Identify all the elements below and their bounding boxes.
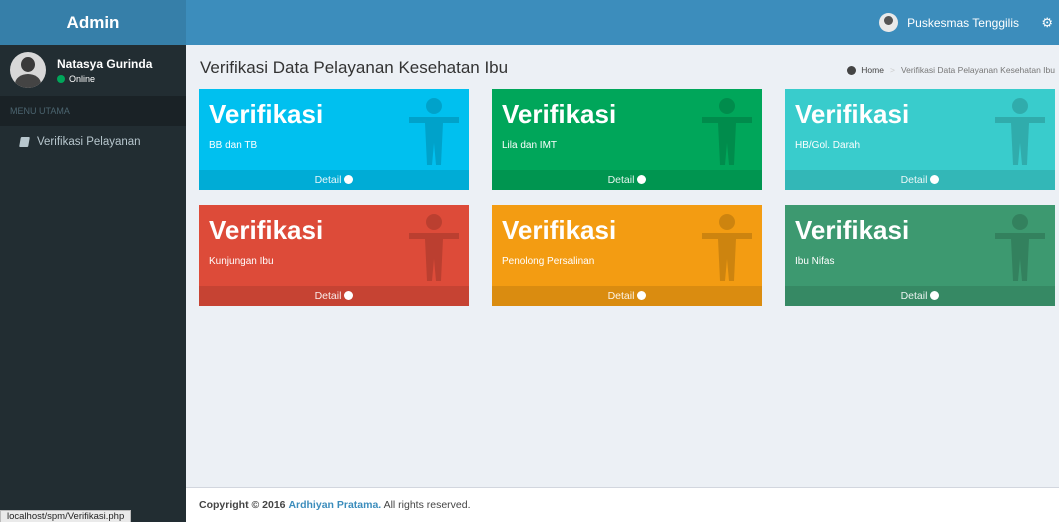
detail-link[interactable]: Detail [492,170,762,190]
breadcrumb-current: Verifikasi Data Pelayanan Kesehatan Ibu [900,65,1055,75]
sidebar-user-panel: Natasya Gurinda Online [0,45,186,95]
arrow-circle-right-icon [637,291,647,300]
person-icon [995,214,1045,281]
arrow-circle-right-icon [344,175,354,184]
box-heading: Verifikasi [209,99,324,129]
box-heading: Verifikasi [795,99,910,129]
sidebar-user-name: Natasya Gurinda [57,56,153,71]
person-icon [995,98,1045,165]
info-box-kunjungan-ibu: Verifikasi Kunjungan Ibu Detail [199,205,469,306]
arrow-circle-right-icon [344,291,354,300]
detail-link[interactable]: Detail [199,286,469,306]
detail-link[interactable]: Detail [785,286,1055,306]
copyright-prefix: Copyright © 2016 [199,499,286,511]
user-menu[interactable]: Puskesmas Tenggilis [879,0,1019,45]
box-heading: Verifikasi [502,99,617,129]
box-heading: Verifikasi [209,215,324,245]
app-logo[interactable]: Admin [0,0,186,45]
online-dot-icon [57,74,65,83]
top-navbar: Puskesmas Tenggilis ⚙ [186,0,1059,45]
menu-header: MENU UTAMA [0,96,186,126]
info-box-hb-gol-darah: Verifikasi HB/Gol. Darah Detail [785,89,1055,190]
person-icon [702,98,752,165]
detail-link[interactable]: Detail [492,286,762,306]
box-subtitle: Kunjungan Ibu [209,256,274,267]
person-icon [702,214,752,281]
user-menu-label: Puskesmas Tenggilis [907,15,1019,30]
box-heading: Verifikasi [795,215,910,245]
breadcrumb-separator: > [889,65,895,75]
box-subtitle: Ibu Nifas [795,256,835,267]
book-icon [19,137,30,147]
arrow-circle-right-icon [930,291,940,300]
online-status: Online [57,74,152,84]
dashboard-icon [847,65,857,75]
arrow-circle-right-icon [930,175,940,184]
box-subtitle: HB/Gol. Darah [795,140,861,151]
arrow-circle-right-icon [637,175,647,184]
info-box-ibu-nifas: Verifikasi Ibu Nifas Detail [785,205,1055,306]
breadcrumb: Home > Verifikasi Data Pelayanan Kesehat… [847,65,1055,75]
person-icon [409,98,459,165]
avatar [10,52,46,88]
breadcrumb-home[interactable]: Home [861,65,884,75]
page-footer: Copyright © 2016 Ardhiyan Pratama. All r… [186,487,1059,522]
info-box-penolong-persalinan: Verifikasi Penolong Persalinan Detail [492,205,762,306]
page-title: Verifikasi Data Pelayanan Kesehatan Ibu [200,58,509,77]
info-box-lila-imt: Verifikasi Lila dan IMT Detail [492,89,762,190]
sidebar: Natasya Gurinda Online MENU UTAMA Verifi… [0,45,186,522]
person-icon [409,214,459,281]
settings-gear-icon[interactable]: ⚙ [1041,0,1053,45]
detail-link[interactable]: Detail [199,170,469,190]
sidebar-item-label: Verifikasi Pelayanan [37,136,141,148]
detail-link[interactable]: Detail [785,170,1055,190]
box-heading: Verifikasi [502,215,617,245]
browser-status-url: localhost/spm/Verifikasi.php [0,510,132,522]
online-status-label: Online [69,73,96,84]
author-link[interactable]: Ardhiyan Pratama. [288,499,381,511]
box-subtitle: Penolong Persalinan [502,256,595,267]
copyright-suffix: All rights reserved. [383,499,471,511]
info-box-bb-tb: Verifikasi BB dan TB Detail [199,89,469,190]
sidebar-item-verifikasi-pelayanan[interactable]: Verifikasi Pelayanan [0,126,186,158]
box-subtitle: Lila dan IMT [502,140,558,151]
box-subtitle: BB dan TB [209,140,258,151]
user-avatar-icon [879,13,899,32]
